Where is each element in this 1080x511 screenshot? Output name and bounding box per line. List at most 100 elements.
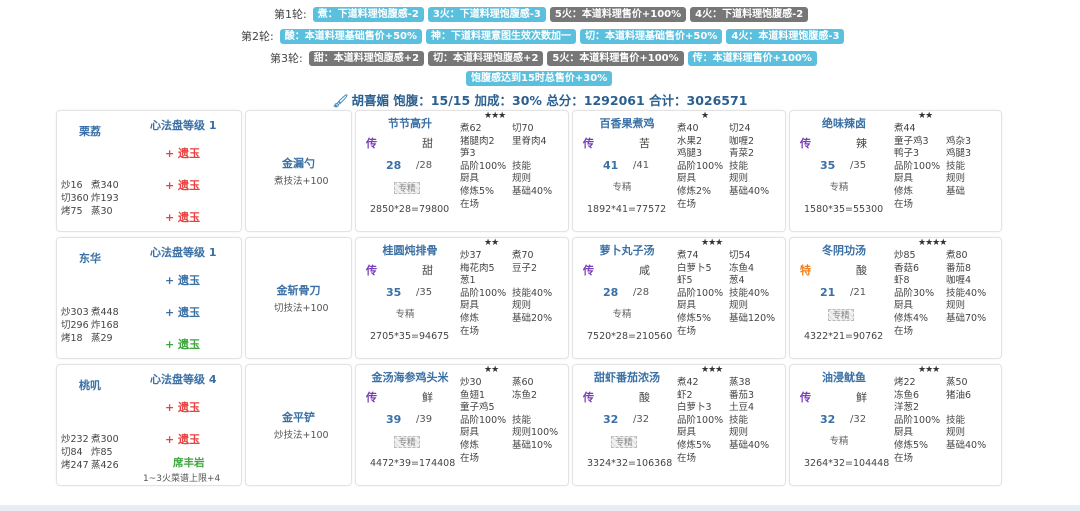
recipe-card[interactable]: 冬阴功汤 ★★★★ 特 酸 21/21 专精 4322*21=90762 炒85 煮80 香菇6 番… — [789, 237, 1002, 359]
stat-value: 炒16 — [61, 180, 83, 191]
gem-slot[interactable]: + 遗玉 — [165, 336, 200, 352]
gem-slot[interactable]: + 遗玉 — [165, 304, 200, 320]
gem-slot[interactable]: + 遗玉 — [165, 399, 200, 415]
detail-value: 修炼5% — [894, 439, 929, 451]
recipe-details: 煮44 童子鸡3 鸡杂3 鸭子3 鸡腿3 品阶100% 技能 厨具 规则 修炼 基础 在场 — [894, 123, 971, 211]
recipe-name[interactable]: 百香果煮鸡 — [579, 115, 675, 131]
detail-value: 修炼 — [894, 185, 914, 197]
recipe-name[interactable]: 节节高升 — [362, 115, 458, 131]
rarity-stars: ★★ — [484, 238, 499, 248]
recipe-name[interactable]: 冬阴功汤 — [796, 242, 892, 258]
detail-value: 规则 — [729, 300, 749, 312]
gem-slot[interactable]: + 遗玉 — [165, 272, 200, 288]
gem-slot[interactable]: + 遗玉 — [165, 177, 200, 193]
detail-value: 香菇6 — [894, 262, 920, 274]
detail-value: 在场 — [894, 198, 914, 210]
recipe-card[interactable]: 桂圆炖排骨 ★★ 传 甜 35/35 专精 2705*35=94675 炒37 煮70 梅花肉5 豆… — [355, 237, 569, 359]
recipe-name[interactable]: 萝卜丸子汤 — [579, 242, 675, 258]
round-2-tag-1: 酸：本道料理基础售价+50% — [279, 28, 423, 44]
round-3-tag-4: 传：本道料理售价+100% — [687, 50, 817, 66]
quantity-value[interactable]: 32 — [603, 413, 618, 426]
detail-value: 里脊肉4 — [512, 135, 547, 147]
recipe-name[interactable]: 甜虾番茄浓汤 — [579, 369, 675, 385]
quantity-value[interactable]: 39 — [386, 413, 401, 426]
recipe-card[interactable]: 油浸鱿鱼 ★★★ 传 鲜 32/32 专精 3264*32=104448 烤22 蒸50 冻鱼6 猪… — [789, 364, 1002, 486]
detail-value: 冻鱼4 — [729, 262, 755, 274]
chef-card[interactable]: 桃叽 心法盘等级 4 + 遗玉 + 遗玉 炒232 煮300 切84 炸85 烤247 蒸426 席… — [56, 364, 242, 486]
detail-value: 修炼 — [460, 312, 480, 324]
detail-value: 切70 — [512, 123, 534, 134]
detail-value: 咖喱4 — [946, 275, 972, 287]
quantity-value[interactable]: 28 — [603, 286, 618, 299]
quantity-max: /32 — [633, 414, 650, 425]
skill-disk-level[interactable]: 心法盘等级 4 — [150, 371, 216, 387]
equipment-card[interactable]: 金平铲 炒技法+100 — [245, 364, 352, 486]
detail-value: 在场 — [677, 198, 697, 210]
detail-value: 在场 — [677, 325, 697, 337]
price-total: 2705*35=94675 — [370, 331, 450, 342]
rarity-stars: ★★★ — [701, 365, 723, 375]
recipe-name[interactable]: 油浸鱿鱼 — [796, 369, 892, 385]
recipe-details: 煮42 蒸38 虾2 番茄3 白萝卜3 土豆4 品阶100% 技能 厨具 规则 修炼5% 基础40% 在… — [677, 377, 769, 465]
gem-slot[interactable]: + 遗玉 — [165, 209, 200, 225]
taste-label: 甜 — [422, 137, 433, 150]
recipe-card[interactable]: 甜虾番茄浓汤 ★★★ 传 酸 32/32 专精 3324*32=106368 煮42 蒸38 虾2… — [572, 364, 786, 486]
recipe-details: 炒85 煮80 香菇6 番茄8 虾8 咖喱4 品阶30% 技能40% 厨具 规则 修炼4% 基础70%… — [894, 250, 986, 338]
recipe-name[interactable]: 绝味辣卤 — [796, 115, 892, 131]
detail-value: 在场 — [677, 452, 697, 464]
detail-value: 厨具 — [677, 427, 697, 439]
specialty-flag: 专精 — [611, 436, 637, 448]
recipe-card[interactable]: 绝味辣卤 ★★ 传 辣 35/35 专精 1580*35=55300 煮44 童子鸡3 鸡杂3 鸭子… — [789, 110, 1002, 232]
condition-badge: 传 — [583, 137, 594, 150]
gem-slot[interactable]: + 遗玉 — [165, 431, 200, 447]
detail-value: 品阶100% — [894, 160, 941, 172]
detail-value: 煮74 — [677, 250, 699, 261]
gem-slot[interactable]: + 遗玉 — [165, 145, 200, 161]
equipment-skill: 煮技法+100 — [274, 176, 329, 187]
detail-value: 修炼4% — [894, 312, 929, 324]
skill-disk-level[interactable]: 心法盘等级 1 — [150, 244, 216, 260]
detail-value: 在场 — [460, 198, 480, 210]
detail-value: 切54 — [729, 250, 751, 261]
detail-value: 煮42 — [677, 377, 699, 388]
quantity-value[interactable]: 28 — [386, 159, 401, 172]
price-total: 4322*21=90762 — [804, 331, 884, 342]
recipe-card[interactable]: 金汤海参鸡头米 ★★ 传 鲜 39/39 专精 4472*39=174408 炒30 蒸60 鱼翅… — [355, 364, 569, 486]
quantity-value[interactable]: 35 — [820, 159, 835, 172]
skill-disk-level[interactable]: 心法盘等级 1 — [150, 117, 216, 133]
quantity-value[interactable]: 32 — [820, 413, 835, 426]
chef-card[interactable]: 东华 心法盘等级 1 + 遗玉 + 遗玉 + 遗玉 炒303 煮448 切296 炸168 烤18… — [56, 237, 242, 359]
round-1-tag-2: 3火：下道料理饱腹感-3 — [427, 6, 546, 22]
recipe-name[interactable]: 金汤海参鸡头米 — [362, 369, 458, 385]
detail-value: 技能40% — [946, 287, 987, 299]
detail-value: 技能 — [512, 414, 532, 426]
detail-value: 葱1 — [460, 275, 476, 287]
quantity-value[interactable]: 35 — [386, 286, 401, 299]
detail-value: 技能 — [512, 160, 532, 172]
rarity-stars: ★★★ — [701, 238, 723, 248]
detail-value: 童子鸡3 — [894, 135, 929, 147]
recipe-card[interactable]: 节节高升 ★★★ 传 甜 28/28 专精 2850*28=79800 煮62 切70 猪腿肉2 里… — [355, 110, 569, 232]
detail-value: 规则 — [729, 173, 749, 185]
detail-value: 基础10% — [512, 439, 553, 451]
chef-stats: 炒303 煮448 切296 炸168 烤18 蒸29 — [61, 306, 121, 345]
round-3-extra-row: 饱腹感达到15时总售价+30% — [466, 70, 613, 86]
recipe-name[interactable]: 桂圆炖排骨 — [362, 242, 458, 258]
chef-card[interactable]: 栗荔 心法盘等级 1 + 遗玉 + 遗玉 + 遗玉 炒16 煮340 切360 炸193 烤75 蒸… — [56, 110, 242, 232]
recipe-card[interactable]: 萝卜丸子汤 ★★★ 传 咸 28/28 专精 7520*28=210560 煮74 切54 白萝卜… — [572, 237, 786, 359]
condition-badge: 传 — [366, 391, 377, 404]
recipe-card[interactable]: 百香果煮鸡 ★ 传 苦 41/41 专精 1892*41=77572 煮40 切24 水果2 咖喱2… — [572, 110, 786, 232]
rarity-stars: ★★★ — [918, 365, 940, 375]
detail-value: 规则 — [512, 300, 532, 312]
detail-value: 蒸50 — [946, 377, 968, 388]
detail-value: 土豆4 — [729, 402, 755, 414]
quantity-value[interactable]: 41 — [603, 159, 618, 172]
rarity-stars: ★★★ — [484, 111, 506, 121]
equipment-card[interactable]: 金漏勺 煮技法+100 — [245, 110, 352, 232]
quantity-value[interactable]: 21 — [820, 286, 835, 299]
equipment-card[interactable]: 金斩骨刀 切技法+100 — [245, 237, 352, 359]
taste-label: 辣 — [856, 137, 867, 150]
detail-value: 冻鱼6 — [894, 389, 920, 401]
condition-badge: 传 — [366, 137, 377, 150]
stat-value: 烤75 — [61, 206, 83, 217]
